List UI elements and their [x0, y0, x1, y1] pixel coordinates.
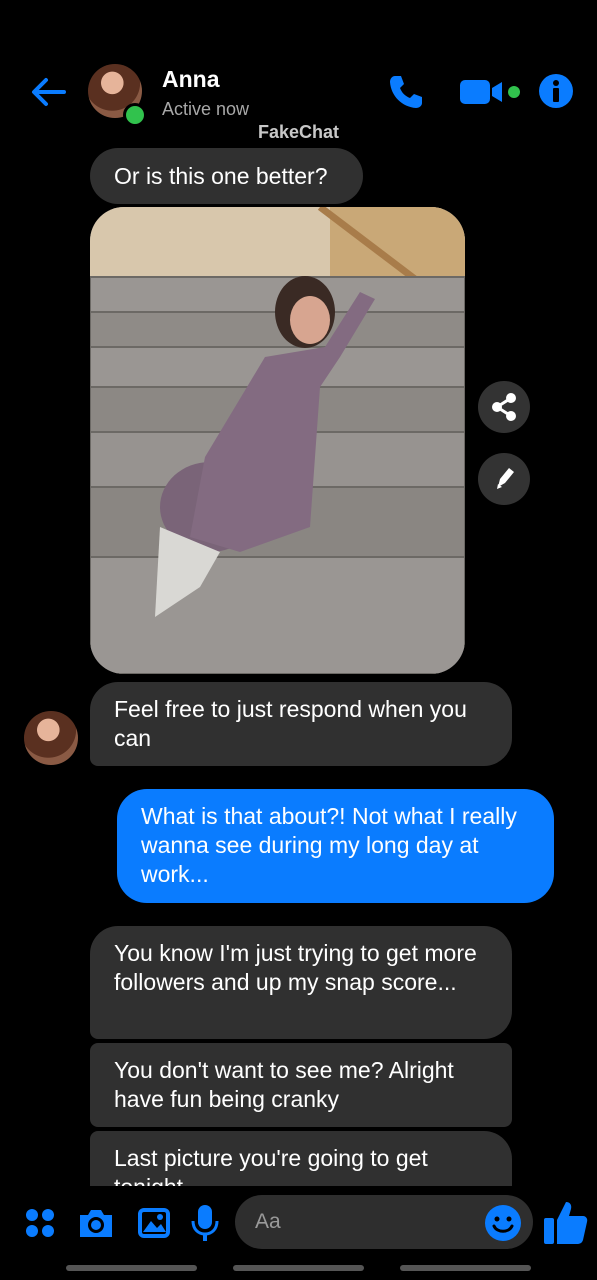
microphone-button[interactable] [190, 1203, 220, 1243]
photo-image [90, 207, 465, 674]
message-bubble-outgoing[interactable]: What is that about?! Not what I really w… [117, 789, 554, 903]
message-bubble-incoming[interactable]: Feel free to just respond when you can [90, 682, 512, 766]
message-bubble-incoming[interactable]: You don't want to see me? Alright have f… [90, 1043, 512, 1127]
watermark: FakeChat [257, 122, 340, 142]
edit-button[interactable] [478, 453, 530, 505]
voice-call-button[interactable] [386, 72, 426, 112]
menu-icon [26, 1209, 54, 1237]
gallery-icon [138, 1208, 170, 1238]
contact-status: Active now [162, 99, 250, 119]
video-call-button[interactable] [458, 76, 524, 108]
contact-avatar-small[interactable] [24, 711, 78, 765]
nav-bar-segment [400, 1265, 531, 1271]
back-button[interactable] [28, 74, 68, 110]
info-button[interactable] [538, 73, 574, 109]
mic-icon [191, 1205, 219, 1241]
phone-icon [390, 76, 422, 108]
contact-name[interactable]: Anna [162, 66, 220, 93]
video-camera-icon [460, 80, 520, 104]
like-button[interactable] [542, 1198, 590, 1246]
nav-bar-segment [66, 1265, 197, 1271]
emoji-button[interactable] [483, 1203, 523, 1243]
message-bubble-incoming[interactable]: Or is this one better? [90, 148, 363, 204]
message-bubble-incoming[interactable]: You know I'm just trying to get more fol… [90, 926, 512, 1039]
shared-photo[interactable] [90, 207, 465, 674]
gallery-button[interactable] [136, 1205, 172, 1241]
thumbs-up-icon [544, 1202, 588, 1244]
share-button[interactable] [478, 381, 530, 433]
back-arrow-icon [32, 78, 66, 106]
info-icon [539, 74, 573, 108]
menu-button[interactable] [22, 1205, 58, 1241]
share-icon [492, 393, 516, 421]
emoji-icon [485, 1205, 521, 1241]
nav-bar-segment [233, 1265, 364, 1271]
pencil-icon [497, 468, 514, 489]
message-input-placeholder: Aa [255, 1210, 281, 1233]
camera-button[interactable] [76, 1205, 116, 1241]
camera-icon [80, 1210, 112, 1237]
